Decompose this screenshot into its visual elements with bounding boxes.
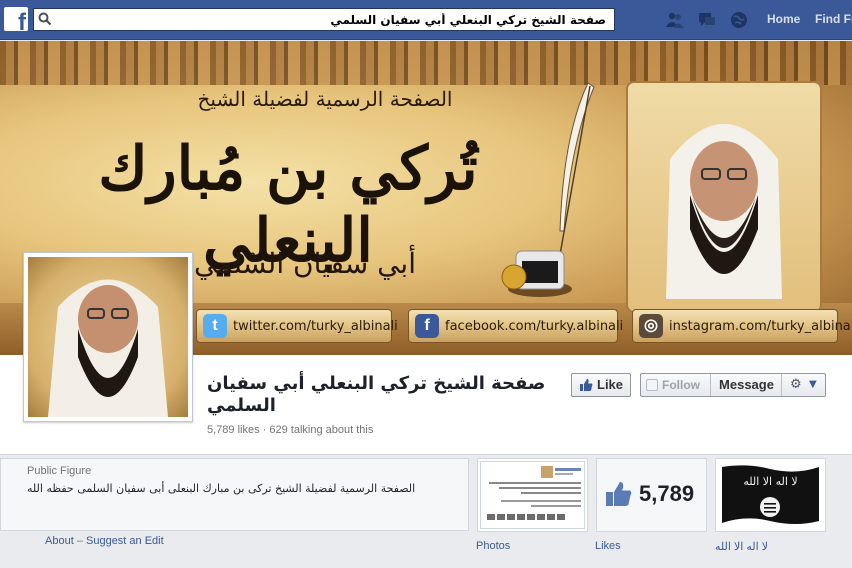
notifications-globe-icon[interactable] (729, 10, 749, 30)
search-input[interactable] (58, 9, 610, 30)
rss-icon (646, 379, 658, 391)
search-box[interactable] (33, 8, 615, 31)
settings-dropdown-button[interactable]: ⚙ ▼ (783, 374, 825, 396)
nav-find-friends-link[interactable]: Find Fr (815, 12, 852, 26)
facebook-icon: f (415, 314, 439, 338)
about-link[interactable]: About (45, 535, 74, 547)
twitter-icon: t (203, 314, 227, 338)
likes-count: 5,789 (639, 481, 695, 506)
page-title: صفحة الشيخ تركي البنعلي أبي سفيان السلمي (207, 373, 546, 416)
instagram-handle-text: instagram.com/turky_albinali (669, 319, 852, 334)
black-flag-image: لا اله الا الله (718, 461, 823, 529)
chevron-down-icon: ▼ (809, 379, 817, 390)
suggest-edit-link[interactable]: Suggest an Edit (86, 535, 164, 547)
gear-icon: ⚙ (790, 377, 802, 392)
follow-button-label: Follow (662, 378, 700, 392)
thumbs-up-icon (606, 482, 632, 506)
instagram-banner: ◎ instagram.com/turky_albinali (632, 309, 852, 343)
top-bar: f Home Find Fr (0, 0, 852, 40)
liked-page-thumbnail[interactable]: لا اله الا الله (715, 458, 826, 532)
message-button[interactable]: Message (712, 374, 782, 396)
nav-home-link[interactable]: Home (767, 12, 800, 26)
page-stats: 5,789 likes · 629 talking about this (207, 424, 374, 436)
twitter-handle-text: twitter.com/turky_albinali (233, 319, 398, 334)
thumbs-up-icon (580, 379, 593, 391)
inkwell-icon (501, 250, 572, 297)
link-separator: – (76, 535, 83, 547)
page-category: Public Figure (27, 465, 92, 477)
profile-face-icon (48, 279, 168, 417)
page-description: الصفحة الرسمية لفضيلة الشيخ تركى بن مبار… (27, 482, 416, 495)
cover-title-text: الصفحة الرسمية لفضيلة الشيخ (197, 87, 453, 111)
search-button[interactable] (34, 9, 56, 30)
action-button-group: Follow Message ⚙ ▼ (640, 373, 826, 397)
follow-button[interactable]: Follow (641, 374, 711, 396)
portrait-face-icon (666, 124, 782, 299)
facebook-banner: f facebook.com/turky.albinali (408, 309, 623, 343)
photos-link[interactable]: Photos (476, 540, 510, 552)
twitter-banner: t twitter.com/turky_albinali (196, 309, 398, 343)
facebook-logo-icon[interactable]: f (4, 7, 28, 31)
photo-preview-image (480, 461, 585, 529)
friend-requests-icon[interactable] (665, 10, 685, 30)
cover-kunya-text: أبي سفيان السُلمي (194, 247, 416, 280)
like-button-label: Like (597, 377, 624, 392)
liked-page-link[interactable]: لا اله الا الله (715, 540, 768, 553)
cover-ornament (0, 41, 852, 85)
like-button[interactable]: Like (571, 373, 631, 397)
instagram-icon: ◎ (639, 314, 663, 338)
profile-picture[interactable] (23, 252, 193, 422)
likes-link[interactable]: Likes (595, 540, 621, 552)
messages-icon[interactable] (697, 10, 717, 30)
likes-thumbnail[interactable]: 5,789 (596, 458, 707, 532)
cover-portrait-image (626, 81, 822, 313)
search-icon (38, 12, 52, 26)
photos-thumbnail[interactable] (477, 458, 588, 532)
facebook-handle-text: facebook.com/turky.albinali (445, 319, 624, 334)
about-links: About – Suggest an Edit (45, 535, 164, 547)
flag-text: لا اله الا الله (743, 475, 798, 488)
